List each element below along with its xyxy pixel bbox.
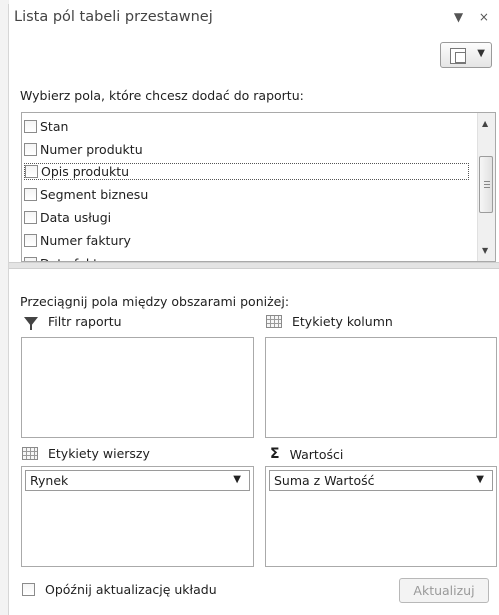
field-checkbox[interactable] bbox=[24, 188, 37, 201]
field-list-layout-button[interactable]: ▼ bbox=[440, 42, 492, 68]
funnel-icon bbox=[24, 317, 38, 330]
column-labels-header: Etykiety kolumn bbox=[266, 314, 393, 329]
field-list-item[interactable]: Stan bbox=[24, 116, 68, 137]
pane-title: Lista pól tabeli przestawnej bbox=[14, 9, 213, 25]
pivot-field-list-pane: Lista pól tabeli przestawnej ▼ × Wybierz… bbox=[0, 0, 499, 615]
field-checkbox[interactable] bbox=[24, 143, 37, 156]
field-checkbox[interactable] bbox=[25, 165, 38, 178]
column-labels-label: Etykiety kolumn bbox=[292, 314, 393, 329]
row-labels-header: Etykiety wierszy bbox=[22, 446, 150, 461]
field-label: Data faktury bbox=[40, 256, 118, 261]
chevron-down-icon[interactable]: ▼ bbox=[476, 474, 484, 485]
values-label: Wartości bbox=[289, 446, 344, 462]
row-labels-dropzone[interactable]: Rynek ▼ bbox=[21, 466, 254, 567]
report-filter-header: Filtr raportu bbox=[24, 314, 122, 330]
row-field-label: Rynek bbox=[30, 473, 69, 488]
field-label: Numer produktu bbox=[40, 142, 143, 157]
layout-icon bbox=[450, 48, 466, 64]
column-labels-dropzone[interactable] bbox=[265, 337, 497, 438]
choose-fields-prompt: Wybierz pola, które chcesz dodać do rapo… bbox=[20, 88, 304, 103]
defer-layout-update[interactable]: Opóźnij aktualizację układu bbox=[22, 582, 217, 597]
section-splitter[interactable] bbox=[9, 262, 499, 269]
field-list-item[interactable]: Opis produktu bbox=[24, 163, 469, 180]
row-field-rynek[interactable]: Rynek ▼ bbox=[25, 470, 250, 491]
field-checkbox[interactable] bbox=[24, 211, 37, 224]
field-list-item[interactable]: Numer produktu bbox=[24, 139, 143, 160]
field-checkbox[interactable] bbox=[24, 234, 37, 247]
field-checkbox[interactable] bbox=[24, 257, 37, 261]
field-list-item[interactable]: Numer faktury bbox=[24, 230, 131, 251]
field-checkbox[interactable] bbox=[24, 120, 37, 133]
grid-icon bbox=[266, 315, 282, 328]
chevron-down-icon: ▼ bbox=[477, 48, 485, 59]
sigma-icon: Σ bbox=[270, 446, 280, 462]
update-button[interactable]: Aktualizuj bbox=[399, 578, 489, 603]
chevron-down-icon[interactable]: ▼ bbox=[233, 474, 241, 485]
grid-icon bbox=[22, 447, 38, 460]
values-dropzone[interactable]: Suma z Wartość ▼ bbox=[265, 466, 497, 567]
scroll-down-icon[interactable]: ▼ bbox=[482, 246, 488, 255]
field-label: Opis produktu bbox=[41, 164, 130, 179]
values-header: Σ Wartości bbox=[270, 446, 343, 462]
report-filter-dropzone[interactable] bbox=[21, 337, 254, 438]
scroll-up-icon[interactable]: ▲ bbox=[482, 119, 488, 128]
row-labels-label: Etykiety wierszy bbox=[48, 446, 150, 461]
defer-checkbox[interactable] bbox=[22, 583, 35, 596]
field-list-item[interactable]: Data faktury bbox=[24, 253, 118, 261]
value-field-label: Suma z Wartość bbox=[274, 473, 375, 488]
field-label: Numer faktury bbox=[40, 233, 131, 248]
field-list: Stan Numer produktu Opis produktu Segment b… bbox=[21, 112, 496, 262]
defer-label: Opóźnij aktualizację układu bbox=[45, 582, 217, 597]
field-label: Stan bbox=[40, 119, 69, 134]
value-field-suma[interactable]: Suma z Wartość ▼ bbox=[269, 470, 493, 491]
field-list-item[interactable]: Segment biznesu bbox=[24, 184, 148, 205]
drag-fields-prompt: Przeciągnij pola między obszarami poniże… bbox=[20, 294, 290, 309]
field-label: Data usługi bbox=[40, 210, 112, 225]
field-list-item[interactable]: Data usługi bbox=[24, 207, 111, 228]
field-label: Segment biznesu bbox=[40, 187, 149, 202]
report-filter-label: Filtr raportu bbox=[48, 314, 122, 329]
pane-options-close[interactable]: ▼ × bbox=[454, 10, 495, 24]
field-list-scrollbar[interactable]: ▲ ▼ bbox=[477, 113, 495, 261]
scroll-thumb[interactable] bbox=[479, 156, 493, 213]
